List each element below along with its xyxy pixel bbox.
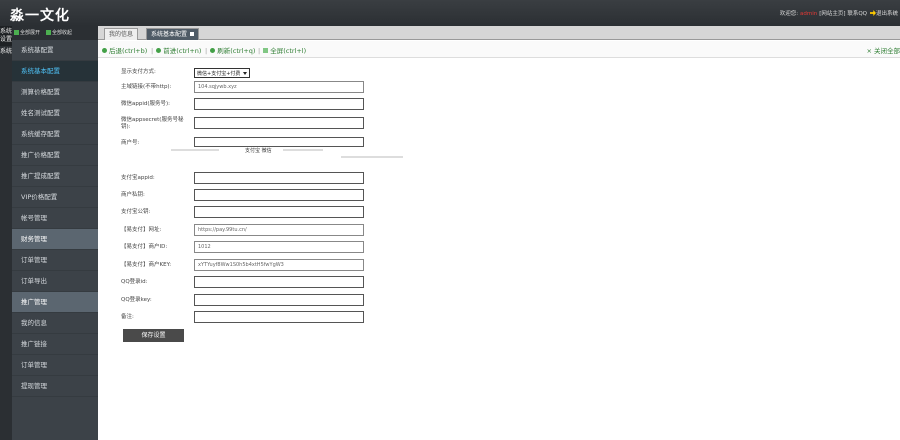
sidebar-item[interactable]: 姓名测试配置 [12, 103, 98, 124]
sidebar-item[interactable]: 订单管理 [12, 250, 98, 271]
api-id-input[interactable]: 1012 [194, 241, 364, 253]
sidebar-item[interactable]: 订单管理 [12, 355, 98, 376]
sidebar-item[interactable]: 帐号管理 [12, 208, 98, 229]
qq-id-input[interactable] [194, 276, 364, 288]
overlay-line [283, 149, 323, 151]
sidebar-item[interactable]: 推广管理 [12, 292, 98, 313]
pay-type-note: 支付宝 微信 [245, 148, 272, 154]
alipay-appid-label: 支付宝appid: [121, 175, 155, 181]
sidebar-item[interactable]: 订单导出 [12, 271, 98, 292]
merchant-input[interactable] [194, 137, 364, 147]
refresh-icon [210, 48, 216, 53]
remark-label: 备注: [121, 314, 134, 320]
qq-key-label: QQ登录key: [121, 297, 152, 303]
qq-id-label: QQ登录id: [121, 279, 148, 285]
sidebar: 全部展开 全部收起 系统基配置 系统基本配置 测算价格配置 姓名测试配置 系统缓存配置推… [12, 26, 98, 440]
back-button[interactable]: 后退(ctrl+b) [102, 45, 147, 55]
domain-input[interactable]: 104.sqjywb.xyz [194, 81, 364, 93]
overlay-line [171, 149, 219, 151]
rail-item-settings[interactable]: 系统设置 [0, 26, 12, 46]
tab-label: 系统基本配置 [151, 31, 188, 38]
username[interactable]: admin [800, 11, 817, 17]
api-key-label: 【易支付】商户KEY: [121, 262, 172, 268]
fullscreen-button[interactable]: | 全屏(ctrl+l) [258, 45, 306, 55]
merchant-label: 商户号: [121, 140, 140, 146]
tab-my-info[interactable]: 我的信息 [104, 28, 139, 40]
expand-all-label: 全部展开 [20, 30, 41, 36]
sidebar-item[interactable]: 系统基配置 [12, 40, 98, 61]
expand-icon [14, 30, 19, 35]
tab-strip: 我的信息 系统基本配置 [98, 26, 900, 40]
sidebar-item[interactable]: 系统基本配置 [12, 61, 98, 82]
api-url-input[interactable]: https://pay.99tu.cn/ [194, 224, 364, 236]
separator: | [205, 47, 208, 55]
api-id-label: 【易支付】商户ID: [121, 244, 168, 250]
fullscreen-label: 全屏(ctrl+l) [270, 47, 307, 55]
sidebar-item[interactable]: 测算价格配置 [12, 82, 98, 103]
save-button[interactable]: 保存设置 [123, 329, 184, 342]
appid-input[interactable] [194, 98, 364, 110]
remark-input[interactable] [194, 311, 364, 323]
refresh-button[interactable]: | 刷新(ctrl+q) [205, 45, 255, 55]
overlay-line [341, 156, 403, 158]
api-url-label: 【易支付】网址: [121, 227, 162, 233]
sidebar-item[interactable]: 推广提成配置 [12, 166, 98, 187]
config-form: 显示支付方式: 微信+支付宝+付费 主域链接(不带http): 104.sqjy… [98, 58, 900, 440]
sidebar-item[interactable]: 我的信息 [12, 313, 98, 334]
category-rail: 系统设置 系统 [0, 26, 12, 440]
expand-all-button[interactable]: 全部展开 [14, 29, 40, 36]
tab-label: 我的信息 [109, 31, 134, 38]
display-mode-select[interactable]: 微信+支付宝+付费 [194, 68, 250, 78]
collapse-icon [45, 30, 51, 35]
qq-key-input[interactable] [194, 294, 364, 306]
api-key-input[interactable]: xYTYuyf8Ww1S0h5b4xtH5fwYgW3 [194, 259, 364, 271]
alipay-appid-input[interactable] [194, 172, 364, 184]
appsecret-label: 微信appsecret(服务号秘钥): [121, 117, 184, 130]
display-mode-value: 微信+支付宝+付费 [197, 71, 241, 77]
back-label: 后退(ctrl+b) [109, 47, 148, 55]
user-info: 欢迎您: admin [网站主页] 联系QQ 退出系统 [780, 9, 898, 17]
alipay-key-label: 支付宝公钥: [121, 209, 151, 215]
sidebar-item[interactable]: 财务管理 [12, 229, 98, 250]
appsecret-input[interactable] [194, 117, 364, 129]
back-icon [102, 48, 107, 53]
sidebar-item[interactable]: 推广链接 [12, 334, 98, 355]
logout-link[interactable]: 退出系统 [876, 11, 898, 17]
sidebar-item[interactable]: 推广价格配置 [12, 145, 98, 166]
refresh-label: 刷新(ctrl+q) [217, 47, 256, 55]
domain-label: 主域链接(不带http): [121, 84, 172, 90]
sidebar-item[interactable]: 提现管理 [12, 376, 98, 397]
close-all-label: 关闭全部 [874, 47, 900, 55]
sidebar-controls: 全部展开 全部收起 [12, 26, 98, 40]
close-tab-icon[interactable] [190, 32, 195, 36]
close-all-button[interactable]: × 关闭全部 [866, 45, 900, 55]
tab-system-config[interactable]: 系统基本配置 [146, 28, 200, 40]
display-mode-label: 显示支付方式: [121, 69, 156, 75]
header-links[interactable]: [网站主页] 联系QQ [819, 11, 867, 17]
collapse-all-label: 全部收起 [51, 30, 72, 36]
welcome-text: 欢迎您: [779, 11, 799, 17]
separator: | [151, 47, 154, 55]
appid-label: 微信appid(服务号): [121, 101, 171, 107]
forward-icon [156, 48, 162, 53]
close-all-icon: × [866, 47, 874, 55]
sidebar-item[interactable]: 系统缓存配置 [12, 124, 98, 145]
private-key-input[interactable] [194, 189, 364, 201]
fullscreen-icon [263, 48, 269, 53]
site-logo: 淼一文化 [10, 8, 70, 24]
chevron-down-icon [243, 72, 247, 75]
alipay-key-input[interactable] [194, 206, 364, 218]
forward-button[interactable]: | 前进(ctrl+n) [151, 45, 201, 55]
separator: | [258, 47, 261, 55]
private-key-label: 商户私钥: [121, 192, 145, 198]
top-header: 淼一文化 欢迎您: admin [网站主页] 联系QQ 退出系统 [0, 0, 900, 26]
rail-item-system[interactable]: 系统 [0, 46, 12, 58]
sidebar-menu: 系统基配置 系统基本配置 测算价格配置 姓名测试配置 系统缓存配置 推广价格配置 推广提成配… [12, 40, 98, 397]
forward-label: 前进(ctrl+n) [163, 47, 202, 55]
sidebar-item[interactable]: VIP价格配置 [12, 187, 98, 208]
toolbar: 后退(ctrl+b) | 前进(ctrl+n) | 刷新(ctrl+q) | 全屏(c… [98, 41, 900, 58]
collapse-all-button[interactable]: 全部收起 [45, 29, 72, 36]
